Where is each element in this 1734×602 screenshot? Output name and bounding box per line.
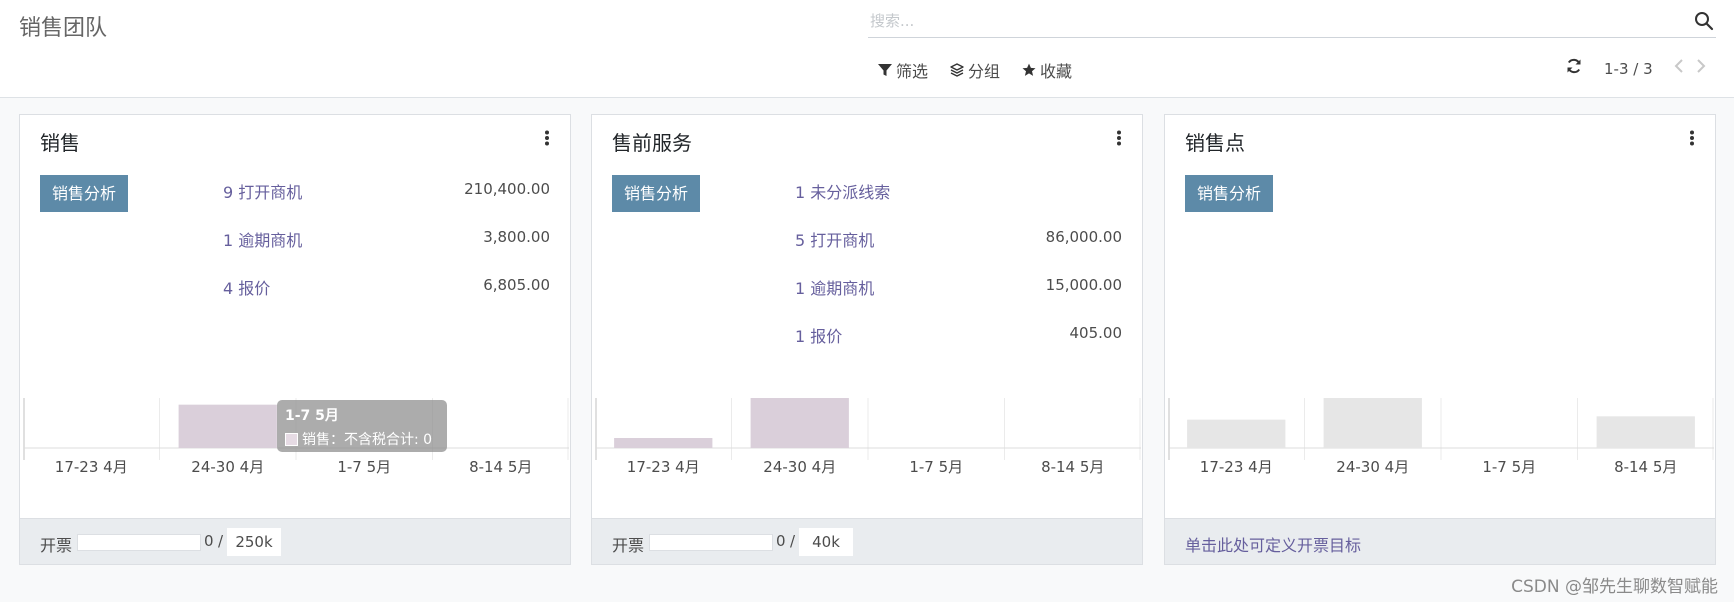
team-card-point-of-sale: 销售点 销售分析 17-23 4月 24-30 4月 1-7 5月 8-14 5月 单… bbox=[1164, 114, 1716, 565]
team-title[interactable]: 销售 bbox=[40, 127, 80, 156]
invoiced-amount: 0 bbox=[776, 532, 786, 550]
progress-separator: / bbox=[218, 532, 224, 550]
x-tick-label: 17-23 4月 bbox=[1200, 458, 1273, 476]
tooltip-row: 销售：不含税合计: 0 bbox=[285, 429, 439, 449]
dropdown-menu-icon[interactable] bbox=[544, 130, 550, 146]
define-invoicing-target-link[interactable]: 单击此处可定义开票目标 bbox=[1185, 532, 1361, 556]
invoicing-bar-chart: 17-23 4月 24-30 4月 1-7 5月 8-14 5月 bbox=[595, 398, 1141, 476]
invoicing-bar-chart: 17-23 4月 24-30 4月 1-7 5月 8-14 5月 bbox=[1168, 398, 1714, 476]
x-tick-label: 17-23 4月 bbox=[627, 458, 700, 476]
chart-bar[interactable] bbox=[178, 404, 277, 448]
invoicing-progress-bar bbox=[649, 534, 773, 551]
stat-link-open-opportunities[interactable]: 5 打开商机 bbox=[795, 227, 874, 251]
chart-bar[interactable] bbox=[750, 398, 849, 448]
x-tick-label: 24-30 4月 bbox=[191, 458, 264, 476]
x-tick-label: 17-23 4月 bbox=[55, 458, 128, 476]
chart-bar[interactable] bbox=[1323, 398, 1422, 448]
dropdown-menu-icon[interactable] bbox=[1689, 130, 1695, 146]
x-tick-label: 1-7 5月 bbox=[909, 458, 963, 476]
stat-link-quotations[interactable]: 4 报价 bbox=[223, 275, 270, 299]
chevron-left-icon[interactable] bbox=[1672, 58, 1686, 74]
team-card-sales: 销售 销售分析 9 打开商机 210,400.00 1 逾期商机 3,800.0… bbox=[19, 114, 571, 565]
stat-link-overdue-opportunities[interactable]: 1 逾期商机 bbox=[795, 275, 874, 299]
x-tick-label: 1-7 5月 bbox=[337, 458, 391, 476]
filters-label: 筛选 bbox=[896, 62, 929, 81]
sales-analysis-button[interactable]: 销售分析 bbox=[1185, 175, 1274, 212]
chart-bar[interactable] bbox=[1187, 419, 1286, 448]
chart-bar[interactable] bbox=[614, 438, 713, 448]
invoiced-amount: 0 bbox=[204, 532, 214, 550]
legend-swatch bbox=[285, 432, 298, 446]
tooltip-title: 1-7 5月 bbox=[285, 408, 339, 424]
group-by-button[interactable]: 分组 bbox=[950, 58, 1000, 82]
stat-value: 86,000.00 bbox=[1045, 228, 1122, 246]
team-title[interactable]: 销售点 bbox=[1185, 127, 1245, 156]
x-tick-label: 8-14 5月 bbox=[1614, 458, 1677, 476]
x-tick-label: 8-14 5月 bbox=[469, 458, 532, 476]
group-by-label: 分组 bbox=[968, 62, 1001, 81]
invoicing-target-input[interactable] bbox=[798, 527, 854, 557]
stat-link-unassigned-leads[interactable]: 1 未分派线索 bbox=[795, 179, 890, 203]
layers-icon bbox=[950, 63, 964, 77]
invoicing-target-input[interactable] bbox=[226, 527, 282, 557]
sales-analysis-button[interactable]: 销售分析 bbox=[612, 175, 701, 212]
star-icon bbox=[1022, 63, 1036, 76]
card-footer: 开票 0 / bbox=[592, 518, 1142, 564]
stat-link-open-opportunities[interactable]: 9 打开商机 bbox=[223, 179, 302, 203]
favorites-button[interactable]: 收藏 bbox=[1022, 58, 1072, 82]
card-footer: 开票 0 / bbox=[20, 518, 570, 564]
invoicing-label: 开票 bbox=[612, 536, 645, 555]
x-tick-label: 8-14 5月 bbox=[1041, 458, 1104, 476]
search-options: 筛选 分组 收藏 bbox=[878, 58, 1072, 82]
search-box bbox=[868, 6, 1716, 38]
team-title[interactable]: 售前服务 bbox=[612, 127, 692, 156]
filters-button[interactable]: 筛选 bbox=[878, 58, 928, 82]
control-panel: 销售团队 筛选 分组 收藏 1-3 / 3 bbox=[0, 0, 1734, 98]
progress-separator: / bbox=[790, 532, 796, 550]
dropdown-menu-icon[interactable] bbox=[1116, 130, 1122, 146]
pager-value[interactable]: 1-3 / 3 bbox=[1604, 60, 1653, 78]
chevron-right-icon[interactable] bbox=[1694, 58, 1708, 74]
chart-bar[interactable] bbox=[1596, 416, 1695, 448]
invoicing-label: 开票 bbox=[40, 536, 73, 555]
sales-analysis-button[interactable]: 销售分析 bbox=[40, 175, 129, 212]
x-tick-label: 1-7 5月 bbox=[1482, 458, 1536, 476]
filter-icon bbox=[878, 64, 892, 76]
tooltip-series-label: 销售：不含税合计: 0 bbox=[302, 432, 433, 448]
card-footer: 单击此处可定义开票目标 bbox=[1165, 518, 1715, 564]
stat-link-quotations[interactable]: 1 报价 bbox=[795, 323, 842, 347]
x-tick-label: 24-30 4月 bbox=[1336, 458, 1409, 476]
team-card-presales: 售前服务 销售分析 1 未分派线索 5 打开商机 86,000.00 1 逾期商… bbox=[591, 114, 1143, 565]
chart-tooltip: 1-7 5月 销售：不含税合计: 0 bbox=[277, 400, 447, 452]
stat-value: 3,800.00 bbox=[483, 228, 550, 246]
stat-link-overdue-opportunities[interactable]: 1 逾期商机 bbox=[223, 227, 302, 251]
stat-value: 210,400.00 bbox=[464, 180, 550, 198]
stat-value: 6,805.00 bbox=[483, 276, 550, 294]
refresh-icon[interactable] bbox=[1566, 58, 1582, 74]
invoicing-progress-bar bbox=[77, 534, 201, 551]
stat-value: 15,000.00 bbox=[1045, 276, 1122, 294]
stat-value: 405.00 bbox=[1069, 324, 1123, 342]
favorites-label: 收藏 bbox=[1040, 62, 1073, 81]
search-input[interactable] bbox=[870, 12, 1650, 30]
x-tick-label: 24-30 4月 bbox=[763, 458, 836, 476]
watermark: CSDN @邹先生聊数智赋能 bbox=[1511, 577, 1718, 597]
page-title: 销售团队 bbox=[19, 16, 108, 41]
search-icon[interactable] bbox=[1694, 11, 1714, 31]
